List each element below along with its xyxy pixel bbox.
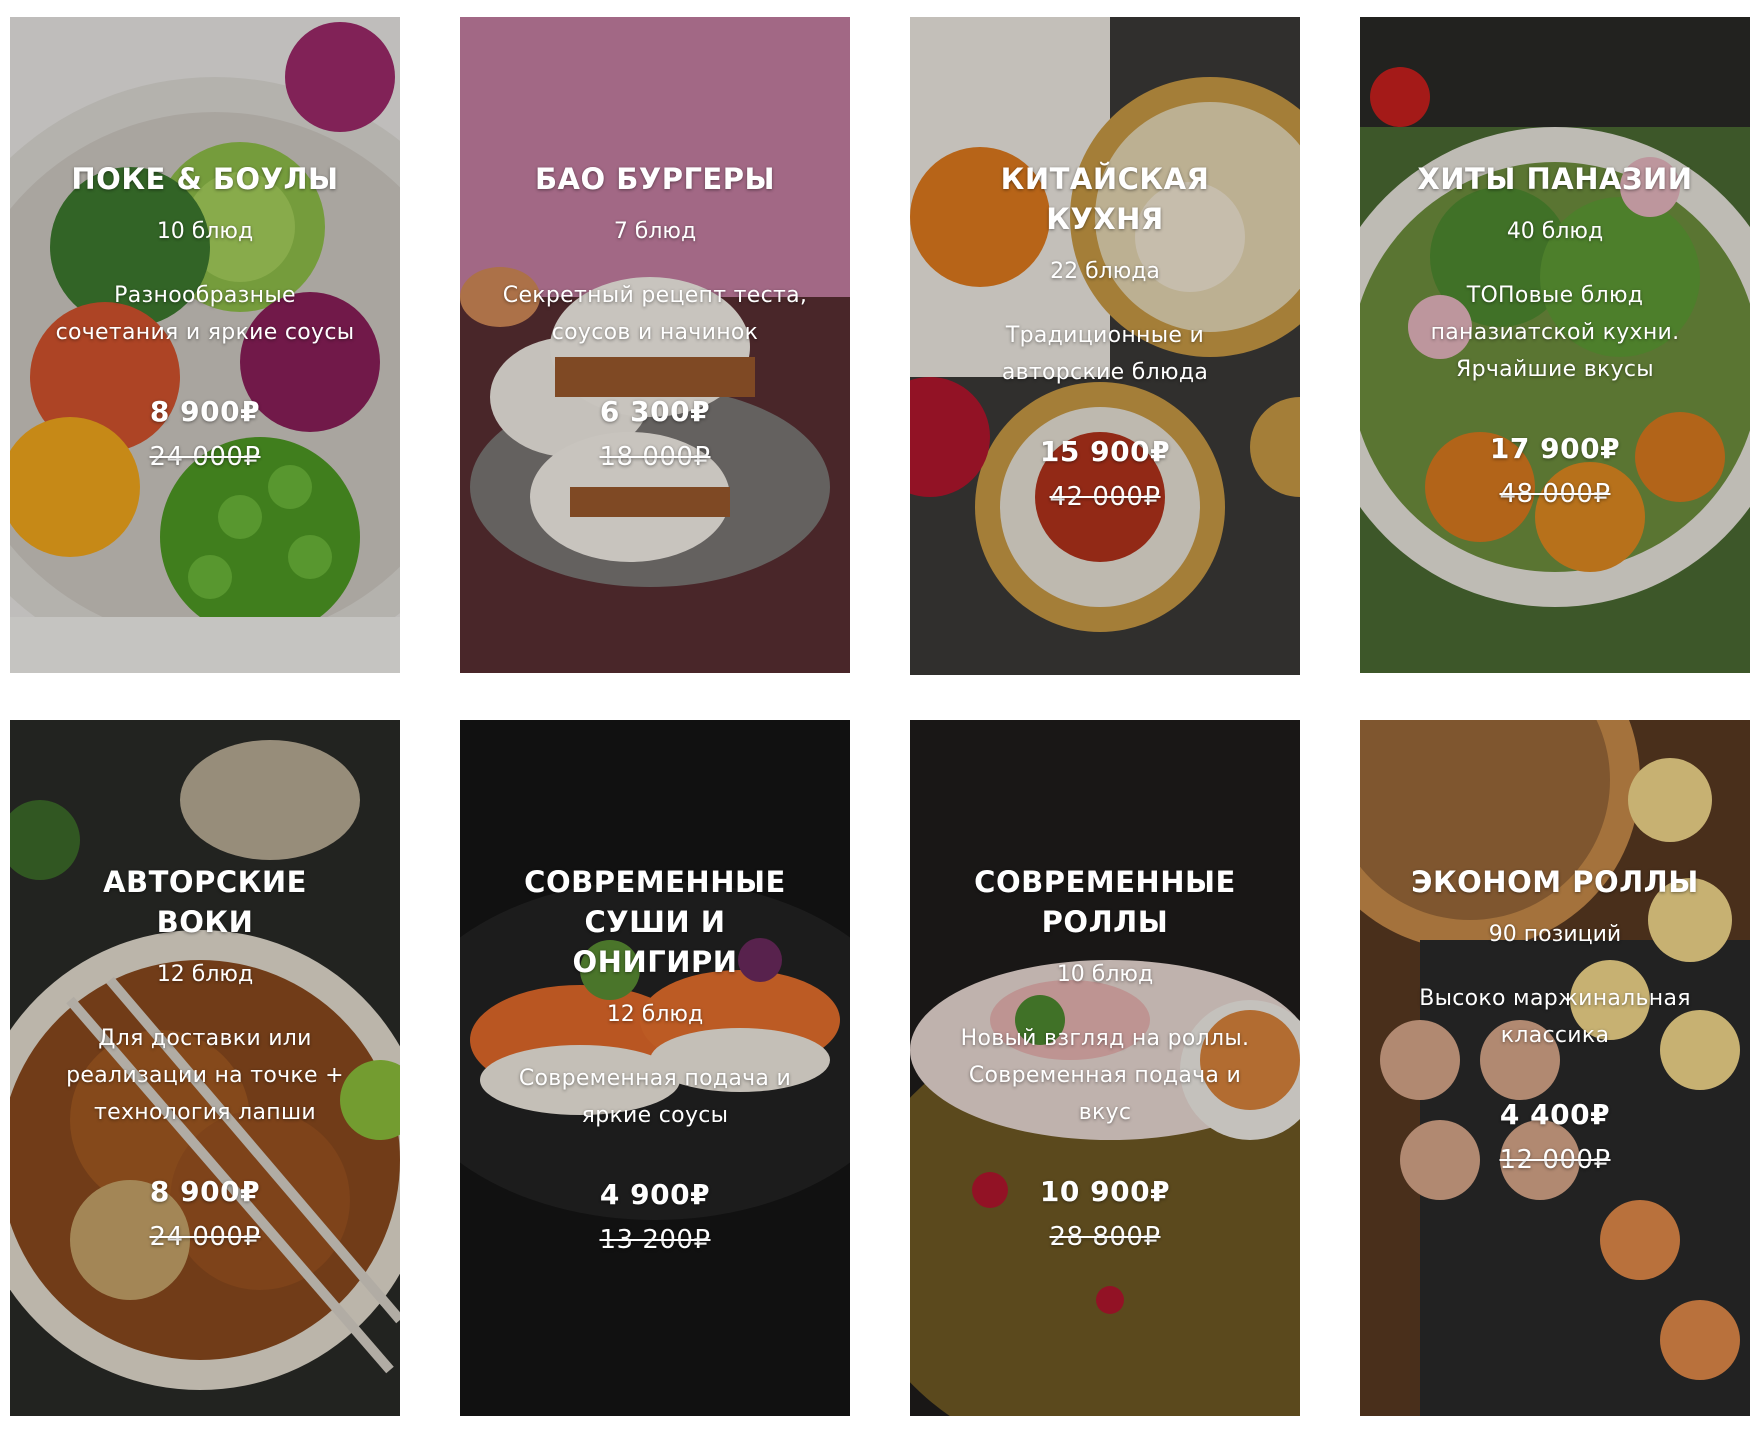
menu-card-grid: ПОКЕ & БОУЛЫ 10 блюд Разнообразные сочет… bbox=[0, 0, 1760, 1430]
price: 4 900₽ bbox=[599, 1178, 711, 1211]
card-description: ТОПовые блюд паназиатской кухни. Ярчайши… bbox=[1430, 283, 1680, 382]
card-content: АВТОРСКИЕ ВОКИ 12 блюд Для доставки или … bbox=[10, 720, 400, 1416]
card-description: Для доставки или реализации на точке + т… bbox=[66, 1026, 344, 1125]
price: 10 900₽ bbox=[1039, 1175, 1171, 1208]
card-content: КИТАЙСКАЯ КУХНЯ 22 блюда Традиционные и … bbox=[910, 17, 1300, 675]
menu-card-modern-rolls[interactable]: СОВРЕМЕННЫЕ РОЛЛЫ 10 блюд Новый взгляд н… bbox=[910, 720, 1300, 1416]
dish-count: 12 блюд bbox=[606, 1002, 704, 1027]
card-title: СОВРЕМЕННЫЕ СУШИ И ОНИГИРИ 12 блюд Совре… bbox=[500, 862, 810, 1256]
card-description: Современная подача и яркие соусы bbox=[518, 1066, 792, 1128]
card-description: Высоко маржинальная классика bbox=[1419, 986, 1691, 1048]
card-title: АВТОРСКИЕ ВОКИ 12 блюд Для доставки или … bbox=[50, 862, 360, 1253]
card-description: Секретный рецепт теста, соусов и начинок bbox=[502, 283, 808, 345]
menu-card-sushi[interactable]: СОВРЕМЕННЫЕ СУШИ И ОНИГИРИ 12 блюд Совре… bbox=[460, 720, 850, 1416]
dish-count: 12 блюд bbox=[156, 962, 254, 987]
card-title: КИТАЙСКАЯ КУХНЯ 22 блюда Традиционные и … bbox=[950, 159, 1260, 513]
card-content: ПОКЕ & БОУЛЫ 10 блюд Разнообразные сочет… bbox=[10, 17, 400, 673]
dish-count: 10 блюд bbox=[156, 219, 254, 244]
card-content: ХИТЫ ПАНАЗИИ 40 блюд ТОПовые блюд панази… bbox=[1360, 17, 1750, 673]
card-title: ХИТЫ ПАНАЗИИ 40 блюд ТОПовые блюд панази… bbox=[1400, 159, 1710, 510]
card-content: БАО БУРГЕРЫ 7 блюд Секретный рецепт тест… bbox=[460, 17, 850, 673]
old-price: 12 000₽ bbox=[1499, 1145, 1611, 1175]
old-price: 48 000₽ bbox=[1499, 479, 1611, 509]
card-title: ЭКОНОМ РОЛЛЫ 90 позиций Высоко маржиналь… bbox=[1400, 862, 1710, 1176]
menu-card-chinese[interactable]: КИТАЙСКАЯ КУХНЯ 22 блюда Традиционные и … bbox=[910, 17, 1300, 675]
old-price: 18 000₽ bbox=[599, 442, 711, 472]
card-description: Традиционные и авторские блюда bbox=[1001, 323, 1209, 385]
price: 15 900₽ bbox=[1039, 435, 1171, 468]
dish-count: 90 позиций bbox=[1488, 922, 1622, 947]
old-price: 13 200₽ bbox=[599, 1225, 711, 1255]
card-content: ЭКОНОМ РОЛЛЫ 90 позиций Высоко маржиналь… bbox=[1360, 720, 1750, 1416]
menu-card-panasian[interactable]: ХИТЫ ПАНАЗИИ 40 блюд ТОПовые блюд панази… bbox=[1360, 17, 1750, 673]
price: 6 300₽ bbox=[599, 395, 711, 428]
old-price: 42 000₽ bbox=[1049, 482, 1161, 512]
card-description: Новый взгляд на роллы. Современная подач… bbox=[960, 1026, 1250, 1125]
card-title: ПОКЕ & БОУЛЫ 10 блюд Разнообразные сочет… bbox=[50, 159, 360, 473]
price: 4 400₽ bbox=[1499, 1098, 1611, 1131]
card-title: БАО БУРГЕРЫ 7 блюд Секретный рецепт тест… bbox=[500, 159, 810, 473]
dish-count: 40 блюд bbox=[1506, 219, 1604, 244]
dish-count: 7 блюд bbox=[613, 219, 697, 244]
card-description: Разнообразные сочетания и яркие соусы bbox=[55, 283, 355, 345]
price: 8 900₽ bbox=[149, 1175, 261, 1208]
old-price: 28 800₽ bbox=[1049, 1222, 1161, 1252]
card-content: СОВРЕМЕННЫЕ РОЛЛЫ 10 блюд Новый взгляд н… bbox=[910, 720, 1300, 1416]
menu-card-econom-rolls[interactable]: ЭКОНОМ РОЛЛЫ 90 позиций Высоко маржиналь… bbox=[1360, 720, 1750, 1416]
menu-card-bao[interactable]: БАО БУРГЕРЫ 7 блюд Секретный рецепт тест… bbox=[460, 17, 850, 673]
price: 8 900₽ bbox=[149, 395, 261, 428]
menu-card-woks[interactable]: АВТОРСКИЕ ВОКИ 12 блюд Для доставки или … bbox=[10, 720, 400, 1416]
old-price: 24 000₽ bbox=[149, 442, 261, 472]
price: 17 900₽ bbox=[1489, 432, 1621, 465]
dish-count: 22 блюда bbox=[1050, 259, 1160, 284]
dish-count: 10 блюд bbox=[1056, 962, 1154, 987]
card-title: СОВРЕМЕННЫЕ РОЛЛЫ 10 блюд Новый взгляд н… bbox=[950, 862, 1260, 1253]
card-content: СОВРЕМЕННЫЕ СУШИ И ОНИГИРИ 12 блюд Совре… bbox=[460, 720, 850, 1416]
menu-card-poke[interactable]: ПОКЕ & БОУЛЫ 10 блюд Разнообразные сочет… bbox=[10, 17, 400, 673]
old-price: 24 000₽ bbox=[149, 1222, 261, 1252]
